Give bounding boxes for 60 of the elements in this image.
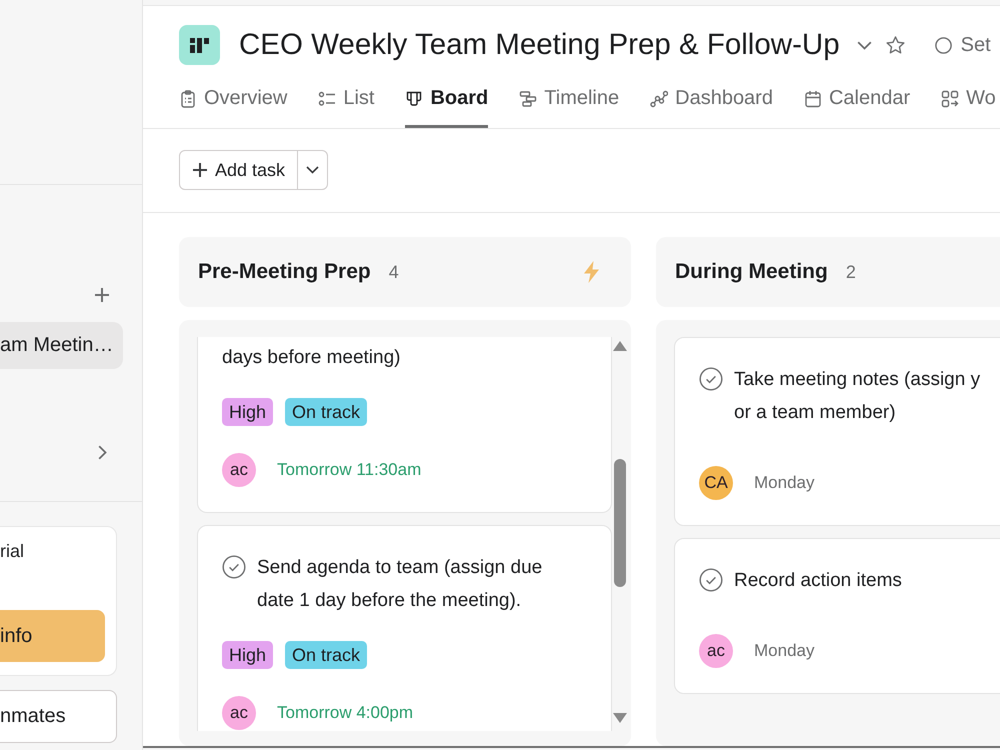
tab[interactable]: Timeline [519,78,620,128]
column-title: During Meeting [675,260,828,284]
project-title: CEO Weekly Team Meeting Prep & Follow-Up [239,28,840,62]
star-icon[interactable] [886,36,905,54]
due-date: Monday [754,641,814,661]
task-card[interactable]: Take meeting notes (assign y or a team member) CA Monday [674,337,1000,526]
task-count: 4 [388,262,399,282]
sidebar-item[interactable]: am Meetin… [0,322,123,369]
primary-button[interactable]: info [0,610,105,662]
board-icon [405,90,424,108]
scrollbar-thumb[interactable] [614,459,626,587]
check-circle-icon[interactable] [699,367,723,391]
task-title: days before meeting) [222,346,400,370]
chevron-down-icon[interactable] [856,40,872,50]
tag: On track [285,398,368,426]
secondary-button[interactable]: nmates [0,690,117,743]
plus-icon[interactable] [95,288,109,302]
tab[interactable]: Calendar [804,78,910,128]
tab[interactable]: Overview [179,78,288,128]
board-icon [179,25,220,65]
plus-icon [193,163,207,177]
clipboard-icon [179,90,197,108]
due-date: Monday [754,473,814,493]
circle-icon [934,36,952,54]
dropdown-button[interactable] [298,150,328,190]
line-chart-icon [650,90,668,108]
status-button[interactable]: Set [934,34,991,56]
avatar[interactable]: ac [222,696,256,730]
tab[interactable]: Wo [941,78,996,128]
tab[interactable]: Board [405,78,488,128]
timeline-icon [519,90,538,108]
calendar-icon [804,90,822,108]
column-title: Pre-Meeting Prep [198,260,371,284]
tab[interactable]: List [318,78,374,128]
task-card[interactable]: Record action items ac Monday [674,538,1000,694]
add-task-button[interactable]: Add task [179,150,298,190]
task-card[interactable]: Send agenda to team (assign due date 1 day before the meeting). High On track ac Tomorrow 4:00pm [197,525,612,731]
task-title: Send agenda to team (assign due date 1 day before the meeting). [257,556,542,613]
card-text: rial [0,540,24,562]
due-date: Tomorrow 4:00pm [277,703,414,723]
list-icon [318,90,336,108]
task-count: 2 [846,262,856,282]
task-title: Record action items [734,569,902,593]
flowchart-icon [941,90,960,108]
task-title: Take meeting notes (assign y or a team member) [734,368,980,425]
tag: High [222,641,274,669]
check-circle-icon[interactable] [699,568,723,592]
chevron-down-icon [306,166,320,174]
avatar[interactable]: CA [699,466,733,500]
scroll-down-arrow-icon[interactable] [613,713,627,723]
avatar[interactable]: ac [699,634,733,668]
tag: High [222,398,274,426]
tag: On track [285,641,368,669]
due-date: Tomorrow 11:30am [277,460,422,480]
check-circle-icon[interactable] [222,555,246,579]
task-card[interactable]: days before meeting) High On track ac Tomorrow 11:30am [197,337,612,513]
chevron-right-icon[interactable] [98,445,107,460]
avatar[interactable]: ac [222,453,256,487]
scroll-up-arrow-icon[interactable] [613,341,627,351]
tab[interactable]: Dashboard [650,78,773,128]
